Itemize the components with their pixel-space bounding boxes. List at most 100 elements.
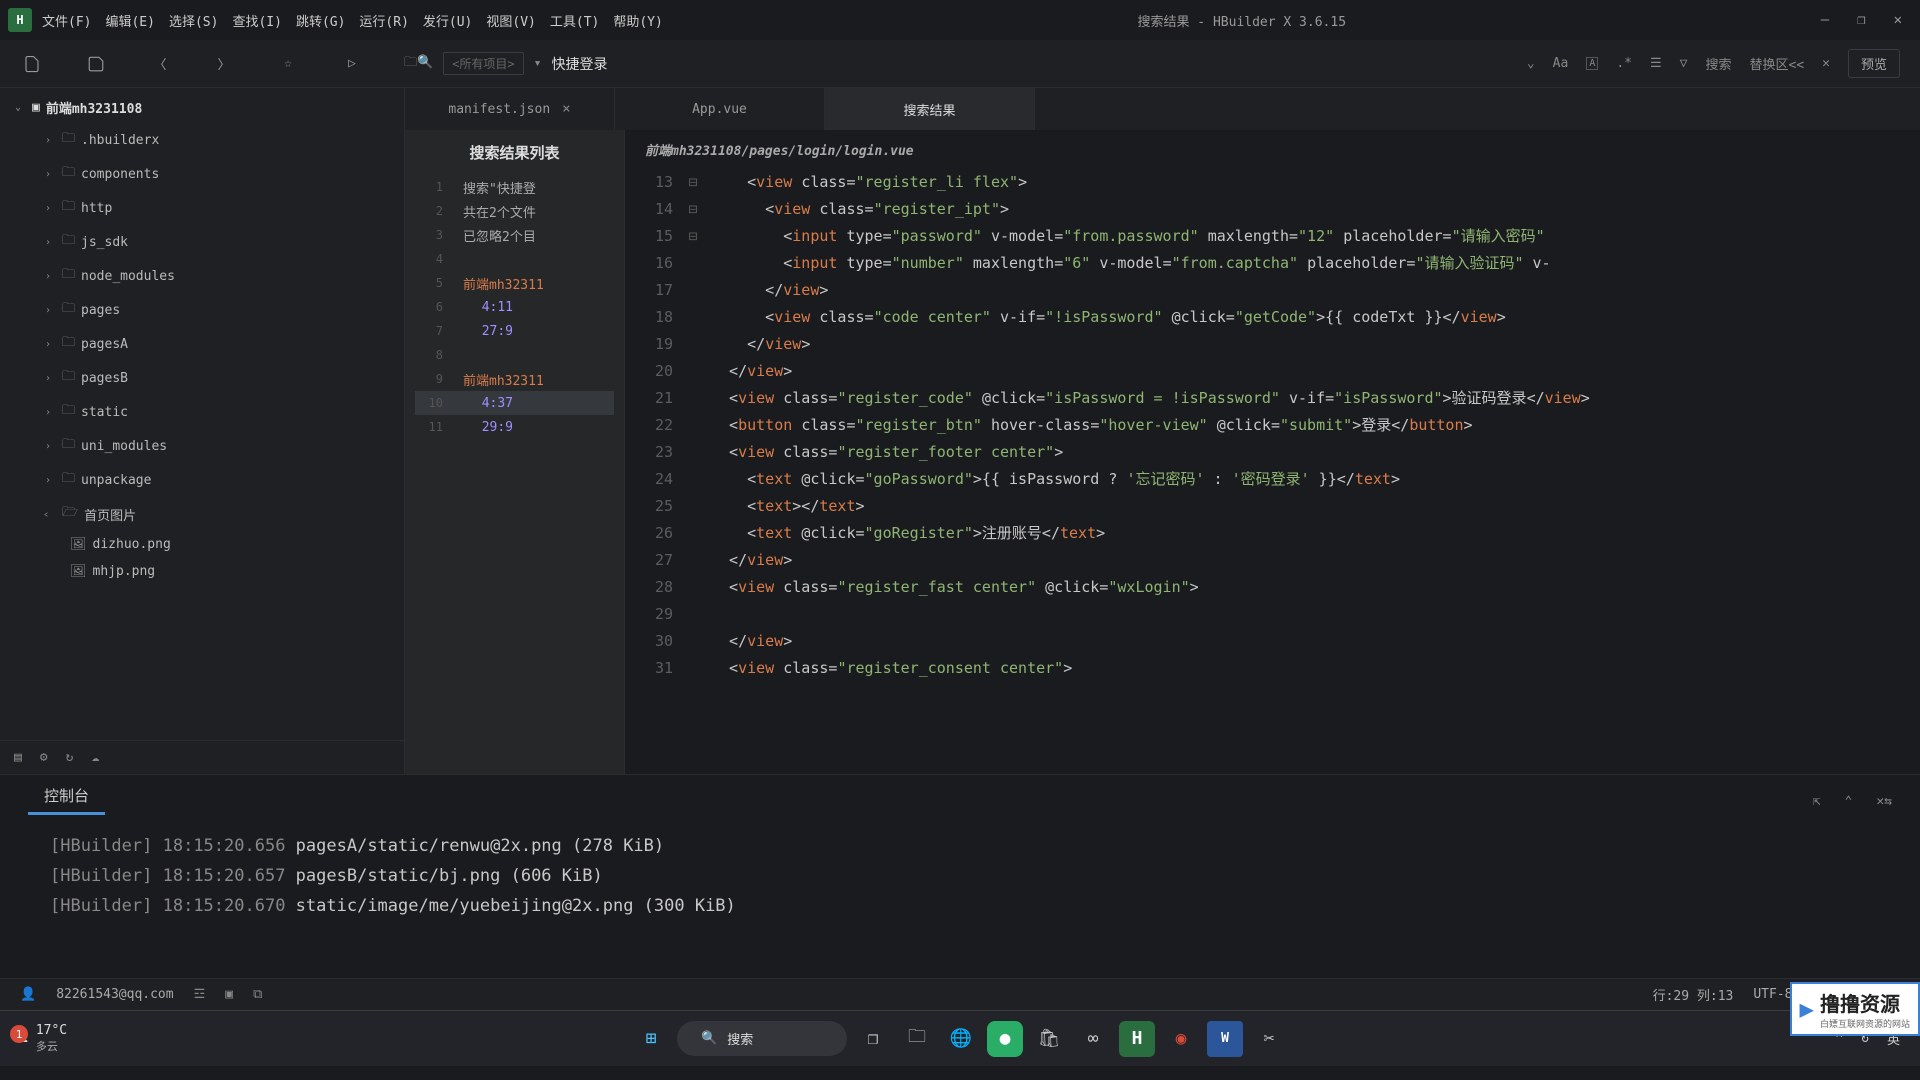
back-icon[interactable]: 〈 [148,52,172,76]
tree-file[interactable]: 🖼mhjp.png [0,558,404,585]
menu-edit[interactable]: 编辑(E) [105,11,154,30]
result-line[interactable]: 5前端mh32311 [415,271,614,295]
maximize-icon[interactable]: ❐ [1857,12,1865,28]
tree-folder[interactable]: ›🗀pages [0,293,404,327]
tree-folder[interactable]: ›🗀node_modules [0,259,404,293]
fold-marker[interactable]: ⊟ [681,223,705,250]
clear-icon[interactable]: ✕⇆ [1876,794,1892,809]
menu-help[interactable]: 帮助(Y) [613,11,662,30]
code-editor: 前端mh3231108/pages/login/login.vue 131415… [625,130,1920,774]
whole-word-icon[interactable]: A [1586,57,1598,70]
result-line[interactable]: 1搜索"快捷登 [415,175,614,199]
explorer-icon[interactable]: 🗀 [899,1021,935,1057]
replace-action[interactable]: 替换区<< [1750,54,1805,73]
cloud-icon[interactable]: ☁ [91,750,99,765]
status-encoding[interactable]: UTF-8 [1753,987,1792,1002]
result-line[interactable]: 2共在2个文件 [415,199,614,223]
result-line[interactable]: 9前端mh32311 [415,367,614,391]
refresh-icon[interactable]: ↻ [66,750,74,765]
result-line[interactable]: 1129:9 [415,415,614,439]
result-line[interactable]: 64:11 [415,295,614,319]
tree-folder[interactable]: ›🗀uni_modules [0,429,404,463]
music-icon[interactable]: ◉ [1163,1021,1199,1057]
menu-view[interactable]: 视图(V) [486,11,535,30]
menu-select[interactable]: 选择(S) [169,11,218,30]
tree-folder[interactable]: ›🗀pagesB [0,361,404,395]
hbuilder-icon[interactable]: H [1119,1021,1155,1057]
code-file-path: 前端mh3231108/pages/login/login.vue [625,130,1920,169]
store-icon[interactable]: 🛍 [1031,1021,1067,1057]
tab-search-results[interactable]: 搜索结果 [825,88,1035,130]
collapse-icon[interactable]: ⌃ [1845,794,1853,809]
settings-icon[interactable]: ⚙ [40,750,48,765]
tree-folder[interactable]: ›🗀js_sdk [0,225,404,259]
filter-icon[interactable]: ▽ [1680,56,1688,71]
tree-root[interactable]: ⌄ ▣ 前端mh3231108 [0,92,404,123]
console-output[interactable]: [HBuilder] 18:15:20.656 pagesA/static/re… [0,815,1920,978]
result-line[interactable]: 4 [415,247,614,271]
status-user[interactable]: 82261543@qq.com [56,987,173,1002]
result-line[interactable]: 8 [415,343,614,367]
result-line[interactable]: 104:37 [415,391,614,415]
export-icon[interactable]: ⇱ [1813,794,1821,809]
console-tab[interactable]: 控制台 [28,779,105,815]
link-icon[interactable]: ⧉ [253,987,262,1002]
menu-find[interactable]: 查找(I) [232,11,281,30]
list-icon[interactable]: ☰ [1650,56,1662,71]
result-line[interactable]: 727:9 [415,319,614,343]
tree-folder[interactable]: ›🗀components [0,157,404,191]
run-icon[interactable]: ▷ [340,52,364,76]
wechat-icon[interactable]: ● [987,1021,1023,1057]
menu-publish[interactable]: 发行(U) [423,11,472,30]
case-icon[interactable]: Aa [1553,56,1569,71]
close-icon[interactable]: ✕ [1894,12,1902,28]
save-icon[interactable] [84,52,108,76]
fold-marker[interactable]: ⊟ [681,169,705,196]
menu-goto[interactable]: 跳转(G) [296,11,345,30]
minimize-icon[interactable]: — [1821,12,1829,28]
start-icon[interactable]: ⊞ [633,1021,669,1057]
tab-manifest[interactable]: manifest.json × [405,88,615,130]
tab-appvue[interactable]: App.vue [615,88,825,130]
search-action[interactable]: 搜索 [1705,54,1731,73]
collapse-icon[interactable]: ▤ [14,750,22,765]
tree-folder[interactable]: ›🗀.hbuilderx [0,123,404,157]
dropdown-icon[interactable]: ▾ [534,56,542,71]
edge-icon[interactable]: 🌐 [943,1021,979,1057]
snip-icon[interactable]: ✂ [1251,1021,1287,1057]
statusbar: 👤 82261543@qq.com ☲ ▣ ⧉ 行:29 列:13 UTF-8 … [0,978,1920,1010]
fold-marker[interactable]: ⊟ [681,196,705,223]
list-icon[interactable]: ☲ [194,987,206,1002]
close-tab-icon[interactable]: × [562,101,570,117]
new-file-icon[interactable] [20,52,44,76]
result-line[interactable]: 3已忽略2个目 [415,223,614,247]
weather-widget[interactable]: ☁1 17°C 多云 [20,1023,67,1054]
tree-file[interactable]: 🖼dizhuo.png [0,531,404,558]
terminal-icon[interactable]: ▣ [225,987,233,1002]
search-keyword[interactable]: 快捷登录 [551,54,607,74]
tree-folder[interactable]: ›🗀static [0,395,404,429]
search-folder-icon[interactable]: 🗀🔍 [404,53,433,75]
forward-icon[interactable]: 〉 [212,52,236,76]
chevron-down-icon[interactable]: ⌄ [1527,56,1535,71]
tree-folder[interactable]: ›🗀unpackage [0,463,404,497]
project-filter[interactable]: <所有项目> [443,52,523,75]
code-body[interactable]: 13141516171819202122232425262728293031 ⊟… [625,169,1920,774]
taskbar-search[interactable]: 🔍 搜索 [677,1021,847,1056]
app-icon[interactable]: ∞ [1075,1021,1111,1057]
tree-folder[interactable]: ›🗀http [0,191,404,225]
menu-run[interactable]: 运行(R) [359,11,408,30]
task-view-icon[interactable]: ❐ [855,1021,891,1057]
close-search-icon[interactable]: ✕ [1822,56,1830,71]
star-icon[interactable]: ☆ [276,52,300,76]
user-icon[interactable]: 👤 [20,987,36,1002]
regex-icon[interactable]: .* [1616,56,1632,71]
word-icon[interactable]: W [1207,1021,1243,1057]
status-line-col[interactable]: 行:29 列:13 [1653,985,1734,1004]
tree-folder[interactable]: ›🗀pagesA [0,327,404,361]
menu-tools[interactable]: 工具(T) [550,11,599,30]
result-line-num: 7 [415,324,443,338]
menu-file[interactable]: 文件(F) [42,11,91,30]
preview-button[interactable]: 预览 [1848,49,1900,78]
tree-folder-open[interactable]: ⌄ 🗁 首页图片 [0,497,404,531]
